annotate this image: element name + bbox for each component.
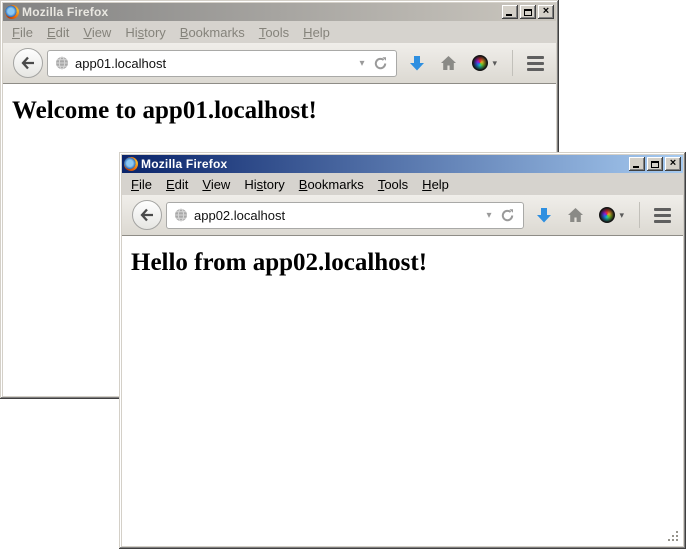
menu-bookmarks[interactable]: Bookmarks xyxy=(292,175,371,194)
menu-tools[interactable]: Tools xyxy=(252,23,296,42)
menu-edit[interactable]: Edit xyxy=(40,23,76,42)
reload-button[interactable] xyxy=(372,56,389,71)
menu-help[interactable]: Help xyxy=(296,23,337,42)
extension-dropdown-icon: ▾ xyxy=(619,210,624,221)
menu-bar: FileEditViewHistoryBookmarksToolsHelp xyxy=(122,173,683,195)
download-arrow-icon xyxy=(536,207,552,224)
maximize-button[interactable] xyxy=(647,157,663,171)
url-text[interactable]: app01.localhost xyxy=(75,56,351,71)
home-button[interactable] xyxy=(437,55,460,71)
globe-icon xyxy=(174,208,188,222)
home-button[interactable] xyxy=(564,207,587,223)
menu-view[interactable]: View xyxy=(76,23,118,42)
menu-tools[interactable]: Tools xyxy=(371,175,415,194)
page-heading: Hello from app02.localhost! xyxy=(131,249,683,277)
close-icon: × xyxy=(543,6,549,17)
toolbar-separator xyxy=(512,50,513,76)
menu-view[interactable]: View xyxy=(195,175,237,194)
reload-button[interactable] xyxy=(499,208,516,223)
extension-dropdown-icon: ▾ xyxy=(492,58,497,69)
menu-history[interactable]: History xyxy=(237,175,291,194)
address-bar[interactable]: app02.localhost ▾ xyxy=(166,202,524,229)
downloads-button[interactable] xyxy=(533,207,555,224)
close-button[interactable]: × xyxy=(538,5,554,19)
menu-bar: FileEditViewHistoryBookmarksToolsHelp xyxy=(3,21,556,43)
back-arrow-icon xyxy=(138,206,156,224)
colorful-circle-icon xyxy=(472,55,488,71)
window-title: Mozilla Firefox xyxy=(141,157,626,172)
back-button[interactable] xyxy=(132,200,162,230)
reload-icon xyxy=(500,208,515,223)
urlbar-dropdown-icon[interactable]: ▾ xyxy=(484,210,493,221)
page-heading: Welcome to app01.localhost! xyxy=(12,97,556,125)
menu-button[interactable] xyxy=(652,208,673,223)
minimize-icon xyxy=(506,14,512,16)
menu-button[interactable] xyxy=(525,56,546,71)
close-button[interactable]: × xyxy=(665,157,681,171)
globe-icon xyxy=(55,56,69,70)
url-text[interactable]: app02.localhost xyxy=(194,208,478,223)
toolbar-separator xyxy=(639,202,640,228)
browser-window-app02: Mozilla Firefox × FileEditViewHistoryBoo… xyxy=(119,152,686,549)
menu-history[interactable]: History xyxy=(118,23,172,42)
menu-edit[interactable]: Edit xyxy=(159,175,195,194)
menu-bookmarks[interactable]: Bookmarks xyxy=(173,23,252,42)
menu-file[interactable]: File xyxy=(5,23,40,42)
window-title: Mozilla Firefox xyxy=(22,5,499,20)
maximize-button[interactable] xyxy=(520,5,536,19)
menu-file[interactable]: File xyxy=(124,175,159,194)
firefox-logo-icon xyxy=(124,157,138,171)
menu-help[interactable]: Help xyxy=(415,175,456,194)
minimize-icon xyxy=(633,166,639,168)
home-icon xyxy=(567,207,584,223)
downloads-button[interactable] xyxy=(406,55,428,72)
maximize-icon xyxy=(651,161,659,168)
extension-button[interactable]: ▾ xyxy=(596,207,627,223)
colorful-circle-icon xyxy=(599,207,615,223)
firefox-logo-icon xyxy=(5,5,19,19)
titlebar[interactable]: Mozilla Firefox × xyxy=(3,3,556,21)
maximize-icon xyxy=(524,9,532,16)
back-arrow-icon xyxy=(19,54,37,72)
address-bar[interactable]: app01.localhost ▾ xyxy=(47,50,397,77)
back-button[interactable] xyxy=(13,48,43,78)
home-icon xyxy=(440,55,457,71)
urlbar-dropdown-icon[interactable]: ▾ xyxy=(357,58,366,69)
reload-icon xyxy=(373,56,388,71)
navigation-toolbar: app02.localhost ▾ ▾ xyxy=(122,195,683,236)
resize-grip[interactable] xyxy=(667,530,680,543)
minimize-button[interactable] xyxy=(629,157,645,171)
close-icon: × xyxy=(670,158,676,169)
extension-button[interactable]: ▾ xyxy=(469,55,500,71)
titlebar[interactable]: Mozilla Firefox × xyxy=(122,155,683,173)
minimize-button[interactable] xyxy=(502,5,518,19)
page-content: Hello from app02.localhost! xyxy=(122,236,683,546)
navigation-toolbar: app01.localhost ▾ ▾ xyxy=(3,43,556,84)
download-arrow-icon xyxy=(409,55,425,72)
